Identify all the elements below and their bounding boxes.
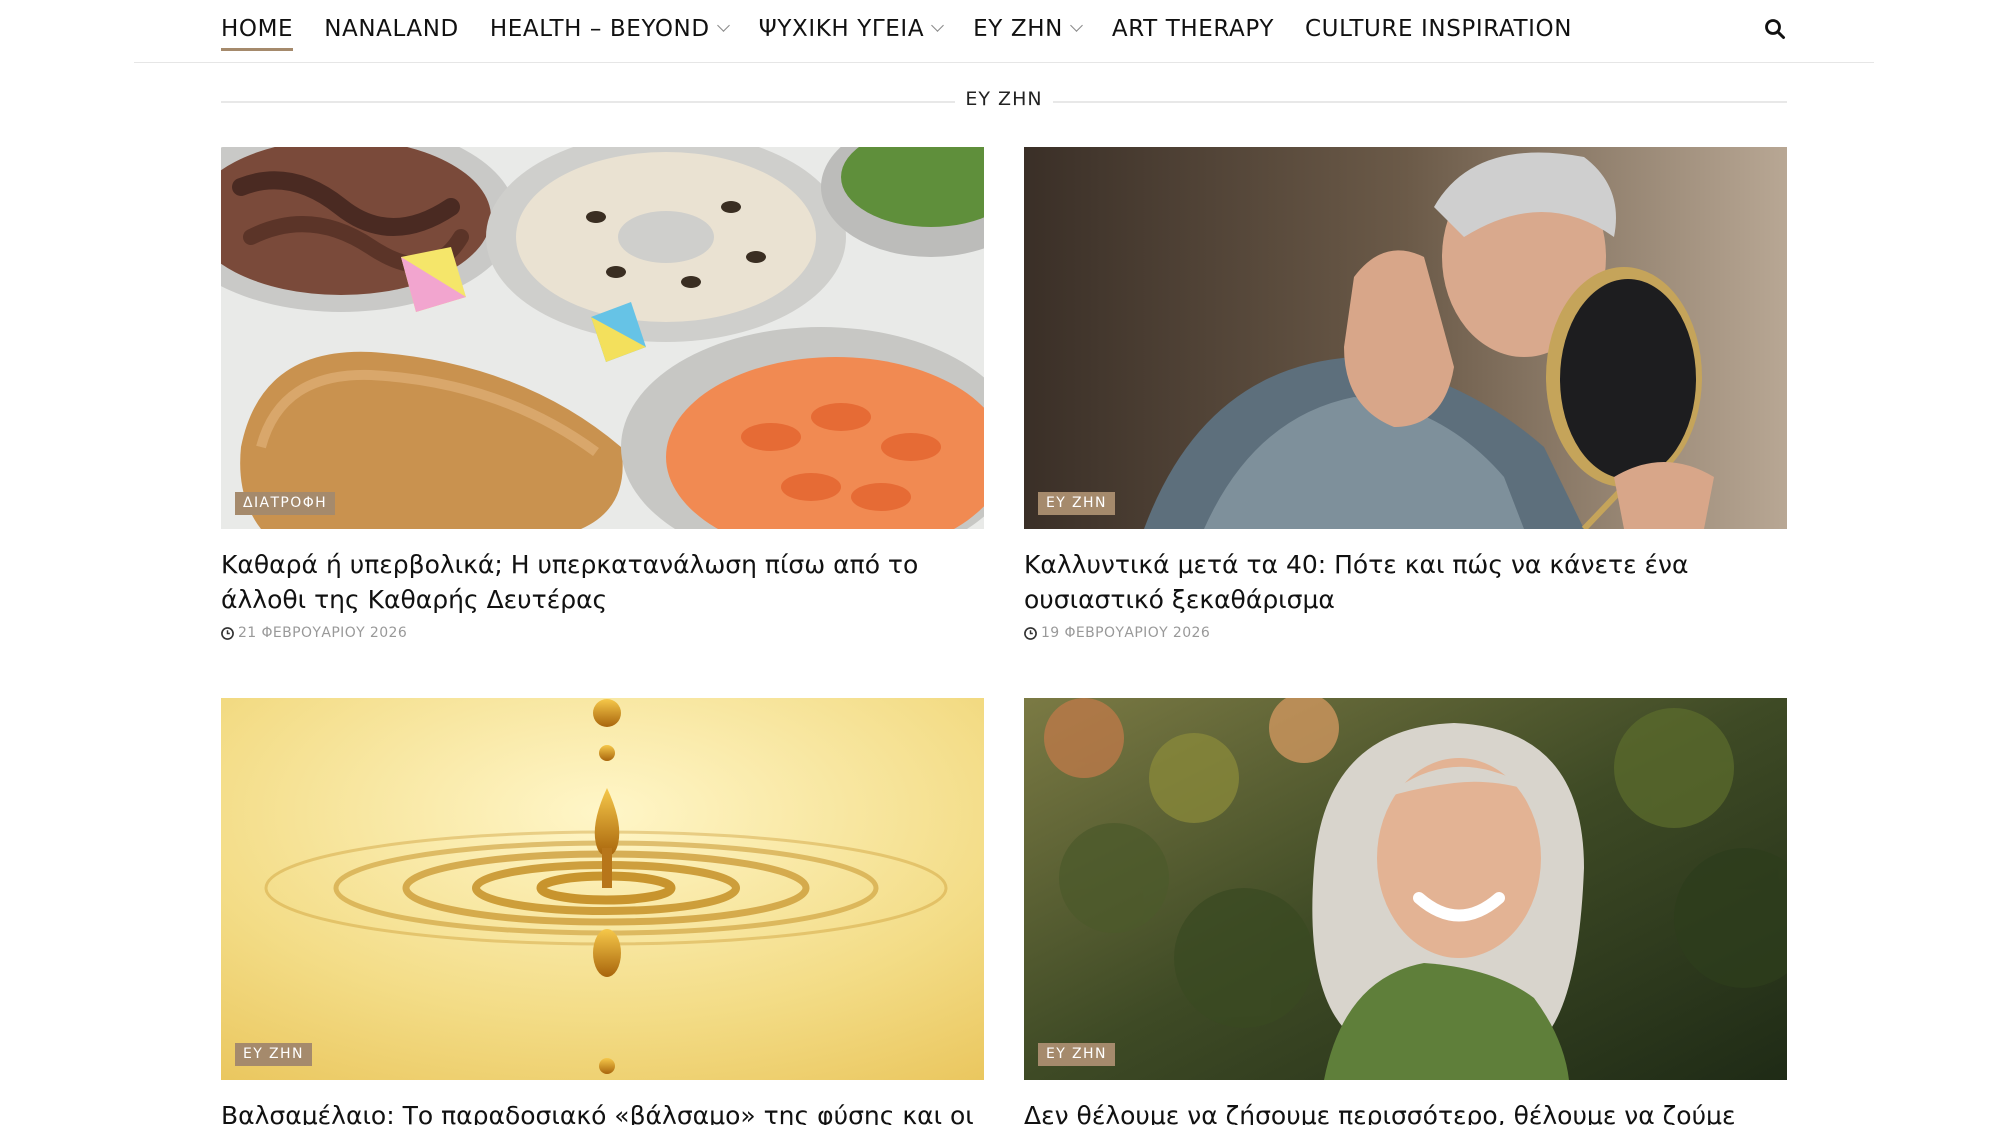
- section-header: ΕΥ ΖΗΝ: [221, 88, 1787, 116]
- article-card: ΔΙΑΤΡΟΦΗ Καθαρά ή υπερβολικά; Η υπερκατα…: [221, 147, 984, 641]
- article-meta: 19 ΦΕΒΡΟΥΑΡΙΟΥ 2026: [1024, 625, 1787, 641]
- nav-item-art-therapy[interactable]: ART THERAPY: [1112, 0, 1274, 57]
- article-date: 19 ΦΕΒΡΟΥΑΡΙΟΥ 2026: [1041, 625, 1211, 641]
- category-badge[interactable]: ΔΙΑΤΡΟΦΗ: [235, 492, 336, 515]
- chevron-down-icon: [1070, 19, 1083, 32]
- category-badge[interactable]: ΕΥ ΖΗΝ: [1038, 492, 1115, 515]
- article-thumbnail[interactable]: ΕΥ ΖΗΝ: [1024, 698, 1787, 1080]
- category-badge[interactable]: ΕΥ ΖΗΝ: [235, 1043, 312, 1066]
- nav-item-ey-zin[interactable]: ΕΥ ΖΗΝ: [973, 0, 1083, 57]
- article-title[interactable]: Δεν θέλουμε να ζήσουμε περισσότερο, θέλο…: [1024, 1098, 1787, 1125]
- article-title[interactable]: Καθαρά ή υπερβολικά; Η υπερκατανάλωση πί…: [221, 547, 984, 617]
- nav-item-mental-health[interactable]: ΨΥΧΙΚΗ ΥΓΕΙΑ: [758, 0, 945, 57]
- nav-item-label: ΨΥΧΙΚΗ ΥΓΕΙΑ: [758, 15, 925, 42]
- clean-monday-food-photo: [221, 147, 984, 529]
- search-icon: [1765, 19, 1785, 39]
- section-divider-right: [1053, 101, 1787, 103]
- clock-icon: [1024, 626, 1037, 640]
- article-date: 21 ΦΕΒΡΟΥΑΡΙΟΥ 2026: [238, 625, 408, 641]
- nav-item-label: CULTURE INSPIRATION: [1304, 15, 1573, 42]
- section-title: ΕΥ ΖΗΝ: [965, 88, 1043, 110]
- nav-item-label: ΕΥ ΖΗΝ: [973, 15, 1063, 42]
- nav-item-label: ART THERAPY: [1111, 15, 1274, 42]
- article-title[interactable]: Καλλυντικά μετά τα 40: Πότε και πώς να κ…: [1024, 547, 1787, 617]
- article-meta: 21 ΦΕΒΡΟΥΑΡΙΟΥ 2026: [221, 625, 984, 641]
- article-card: ΕΥ ΖΗΝ Δεν θέλουμε να ζήσουμε περισσότερ…: [1024, 698, 1787, 1125]
- nav-inner: HOME NANALAND HEALTH – BEYOND ΨΥΧΙΚΗ ΥΓΕ…: [221, 0, 1787, 62]
- search-button[interactable]: [1763, 17, 1787, 41]
- article-card: ΕΥ ΖΗΝ Καλλυντικά μετά τα 40: Πότε και π…: [1024, 147, 1787, 641]
- menu: HOME NANALAND HEALTH – BEYOND ΨΥΧΙΚΗ ΥΓΕ…: [221, 0, 1787, 57]
- nav-item-label: HOME: [221, 15, 294, 42]
- nav-item-home[interactable]: HOME: [221, 0, 294, 57]
- nav-item-health-beyond[interactable]: HEALTH – BEYOND: [489, 0, 730, 57]
- article-thumbnail[interactable]: ΔΙΑΤΡΟΦΗ: [221, 147, 984, 529]
- nav-item-label: HEALTH – BEYOND: [489, 15, 710, 42]
- nav-item-nanaland[interactable]: NANALAND: [324, 0, 459, 57]
- woman-mirror-skincare-photo: [1024, 147, 1787, 529]
- clock-icon: [221, 626, 234, 640]
- nav-item-culture-inspiration[interactable]: CULTURE INSPIRATION: [1305, 0, 1572, 57]
- chevron-down-icon: [931, 19, 945, 32]
- category-badge[interactable]: ΕΥ ΖΗΝ: [1038, 1043, 1115, 1066]
- nav-item-label: NANALAND: [324, 15, 459, 42]
- article-thumbnail[interactable]: ΕΥ ΖΗΝ: [1024, 147, 1787, 529]
- chevron-down-icon: [716, 19, 730, 32]
- article-card: ΕΥ ΖΗΝ Βαλσαμέλαιο: Το παραδοσιακό «βάλσ…: [221, 698, 984, 1125]
- article-thumbnail[interactable]: ΕΥ ΖΗΝ: [221, 698, 984, 1080]
- article-title[interactable]: Βαλσαμέλαιο: Το παραδοσιακό «βάλσαμο» τη…: [221, 1098, 984, 1125]
- smiling-woman-garden-photo: [1024, 698, 1787, 1080]
- main-navigation: HOME NANALAND HEALTH – BEYOND ΨΥΧΙΚΗ ΥΓΕ…: [134, 0, 1874, 63]
- oil-drop-photo: [221, 698, 984, 1080]
